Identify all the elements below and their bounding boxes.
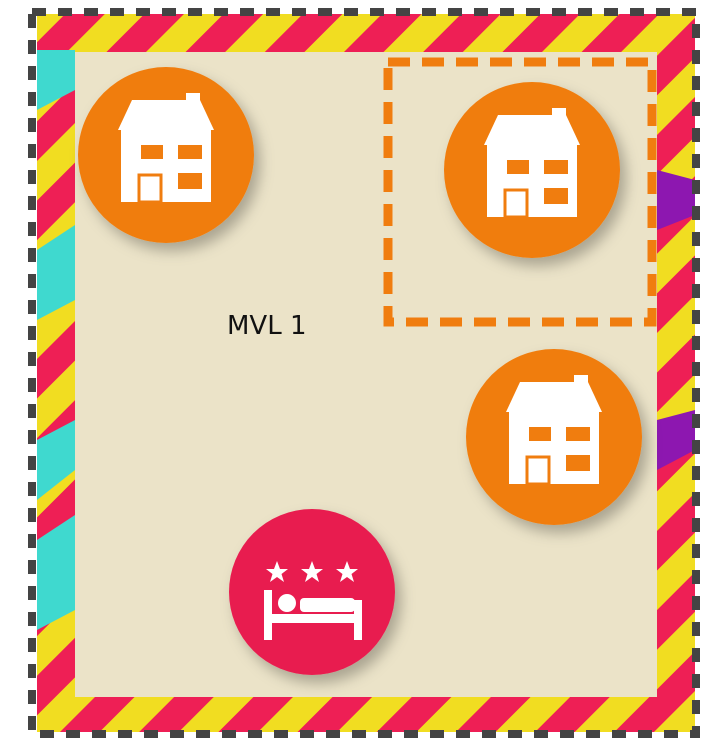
zone-label: MVL 1 — [227, 311, 307, 341]
house-marker-1[interactable] — [78, 67, 254, 243]
house-marker-2[interactable] — [444, 82, 620, 258]
map-canvas: MVL 1 — [28, 8, 700, 738]
hotel-marker[interactable] — [229, 509, 395, 675]
house-marker-3[interactable] — [466, 349, 642, 525]
